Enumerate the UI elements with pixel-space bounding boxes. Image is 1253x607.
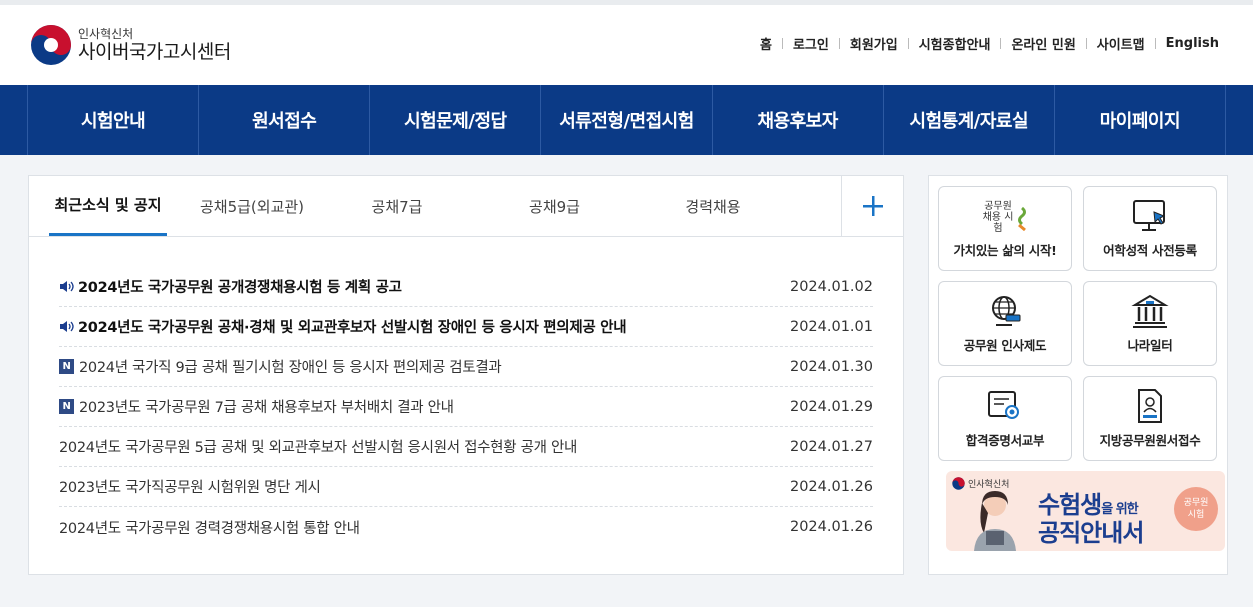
quick-language-score-button[interactable]: 어학성적 사전등록 — [1083, 186, 1217, 271]
nav-application[interactable]: 원서접수 — [199, 85, 371, 155]
site-header: 인사혁신처 사이버국가고시센터 홈 로그인 회원가입 시험종합안내 온라인 민원… — [0, 5, 1253, 85]
tab-grade5-diplomat[interactable]: 공채5급(외교관) — [167, 176, 337, 236]
nav-questions-answers[interactable]: 시험문제/정답 — [370, 85, 542, 155]
util-link-home[interactable]: 홈 — [760, 34, 772, 53]
notice-title: 2024년도 국가공무원 경력경쟁채용시험 통합 안내 — [59, 520, 360, 537]
util-link-join[interactable]: 회원가입 — [850, 34, 898, 53]
util-link-exam-guide[interactable]: 시험종합안내 — [919, 34, 991, 53]
list-item[interactable]: 2023년도 국가직공무원 시험위원 명단 게시 2024.01.26 — [59, 467, 873, 507]
list-item[interactable]: 2024년도 국가공무원 경력경쟁채용시험 통합 안내 2024.01.26 — [59, 507, 873, 547]
banner-badge: 공무원 시험 — [1174, 487, 1218, 531]
notice-title: 2023년도 국가공무원 7급 공채 채용후보자 부처배치 결과 안내 — [79, 400, 454, 416]
monitor-cursor-icon — [1133, 200, 1166, 231]
notice-date: 2024.01.01 — [789, 318, 873, 335]
notice-date: 2024.01.02 — [789, 278, 873, 295]
quick-label: 합격증명서교부 — [965, 433, 1045, 448]
notice-title: 2023년도 국가직공무원 시험위원 명단 게시 — [59, 480, 321, 496]
notice-title: 2024년도 국가공무원 공채·경채 및 외교관후보자 선발시험 장애인 등 응… — [78, 320, 627, 336]
quick-menu-panel: 공무원 채용 시험 가치있는 삶의 시작! 어학성적 사전등록 공무원 인사제도… — [928, 175, 1228, 575]
list-item[interactable]: 2024년도 국가공무원 5급 공채 및 외교관후보자 선발시험 응시원서 접수… — [59, 427, 873, 467]
speaker-icon — [59, 320, 74, 333]
notice-date: 2024.01.26 — [789, 519, 873, 535]
utility-links: 홈 로그인 회원가입 시험종합안내 온라인 민원 사이트맵 English — [760, 34, 1219, 53]
util-link-english[interactable]: English — [1166, 36, 1219, 51]
globe-gavel-icon — [992, 296, 1021, 326]
list-item[interactable]: N 2023년도 국가공무원 7급 공채 채용후보자 부처배치 결과 안내 202… — [59, 387, 873, 427]
quick-certificate-button[interactable]: 합격증명서교부 — [938, 376, 1072, 461]
gongmuwon-logo-icon: 공무원 채용 시험 — [981, 201, 1029, 234]
quick-personnel-system-button[interactable]: 공무원 인사제도 — [938, 281, 1072, 366]
util-link-online-civil[interactable]: 온라인 민원 — [1011, 34, 1075, 53]
notice-title: 2024년도 국가공무원 공개경쟁채용시험 등 계획 공고 — [78, 280, 402, 296]
tab-career[interactable]: 경력채용 — [652, 176, 774, 236]
quick-label: 어학성적 사전등록 — [1103, 243, 1197, 258]
nav-exam-info[interactable]: 시험안내 — [28, 85, 200, 155]
notice-tabs: 최근소식 및 공지 공채5급(외교관) 공채7급 공채9급 경력채용 — [29, 176, 903, 237]
plus-icon — [862, 196, 883, 216]
quick-local-application-button[interactable]: 지방공무원원서접수 — [1083, 376, 1217, 461]
nav-statistics[interactable]: 시험통계/자료실 — [884, 85, 1055, 155]
speaker-icon — [59, 280, 74, 293]
certificate-icon — [988, 391, 1019, 419]
quick-label: 나라일터 — [1127, 338, 1173, 353]
quick-gongmuwon-recruit-button[interactable]: 공무원 채용 시험 가치있는 삶의 시작! — [938, 186, 1072, 271]
notice-title: 2024년 국가직 9급 공채 필기시험 장애인 등 응시자 편의제공 검토결과 — [79, 360, 502, 376]
tab-recent-notice[interactable]: 최근소식 및 공지 — [49, 176, 167, 236]
main-navigation: 시험안내 원서접수 시험문제/정답 서류전형/면접시험 채용후보자 시험통계/자… — [0, 85, 1253, 155]
application-form-icon — [1138, 389, 1162, 423]
list-item[interactable]: N 2024년 국가직 9급 공채 필기시험 장애인 등 응시자 편의제공 검토결… — [59, 347, 873, 387]
site-logo[interactable]: 인사혁신처 사이버국가고시센터 — [30, 24, 231, 66]
notice-date: 2024.01.27 — [789, 438, 873, 455]
tab-grade7[interactable]: 공채7급 — [337, 176, 457, 236]
new-badge-icon: N — [59, 399, 74, 414]
government-building-icon — [1131, 294, 1169, 328]
quick-label: 지방공무원원서접수 — [1099, 433, 1201, 448]
list-item[interactable]: 2024년도 국가공무원 공개경쟁채용시험 등 계획 공고 2024.01.02 — [59, 267, 873, 307]
nav-mypage[interactable]: 마이페이지 — [1055, 85, 1226, 155]
util-link-sitemap[interactable]: 사이트맵 — [1097, 34, 1145, 53]
notice-date: 2024.01.26 — [789, 478, 873, 495]
quick-label: 공무원 인사제도 — [963, 338, 1047, 353]
nav-document-interview[interactable]: 서류전형/면접시험 — [541, 85, 713, 155]
notice-list: 2024년도 국가공무원 공개경쟁채용시험 등 계획 공고 2024.01.02… — [29, 237, 903, 547]
taegeuk-emblem-icon — [30, 24, 72, 66]
more-button[interactable] — [841, 176, 903, 236]
quick-narailteo-button[interactable]: 나라일터 — [1083, 281, 1217, 366]
list-item[interactable]: 2024년도 국가공무원 공채·경채 및 외교관후보자 선발시험 장애인 등 응… — [59, 307, 873, 347]
notice-date: 2024.01.29 — [789, 398, 873, 415]
banner-title-2: 공직안내서 — [1038, 519, 1144, 547]
nav-candidates[interactable]: 채용후보자 — [713, 85, 884, 155]
util-link-login[interactable]: 로그인 — [793, 34, 829, 53]
notice-date: 2024.01.30 — [789, 358, 873, 375]
notice-title: 2024년도 국가공무원 5급 공채 및 외교관후보자 선발시험 응시원서 접수… — [59, 440, 578, 456]
exam-guide-banner[interactable]: 인사혁신처 수험생을 위한 공직안내서 공무원 시험 — [946, 471, 1225, 551]
notice-board: 최근소식 및 공지 공채5급(외교관) 공채7급 공채9급 경력채용 2024년… — [28, 175, 904, 575]
logo-title: 사이버국가고시센터 — [78, 41, 231, 63]
logo-subtitle: 인사혁신처 — [78, 27, 134, 41]
student-illustration-icon — [974, 491, 1016, 551]
tab-grade9[interactable]: 공채9급 — [457, 176, 652, 236]
new-badge-icon: N — [59, 359, 74, 374]
quick-label: 가치있는 삶의 시작! — [953, 243, 1057, 258]
